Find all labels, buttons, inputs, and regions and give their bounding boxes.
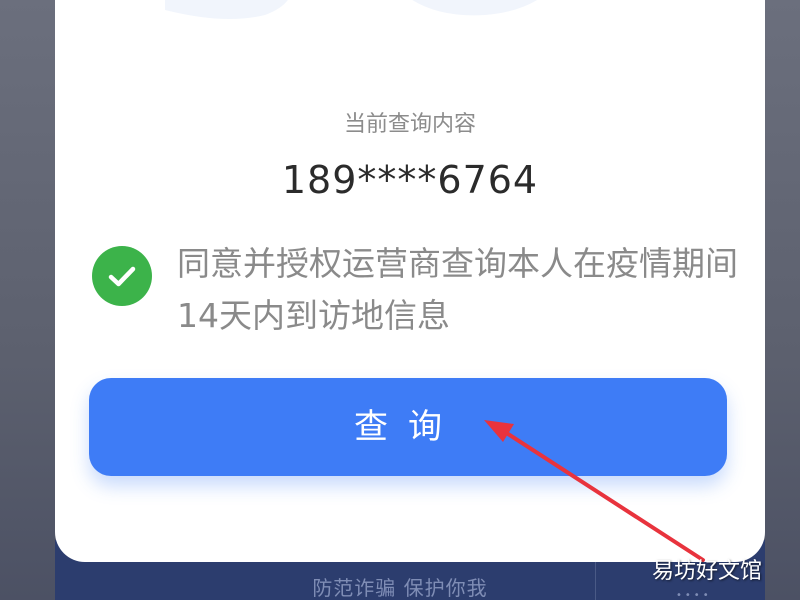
- query-content-label: 当前查询内容: [343, 112, 476, 137]
- query-button[interactable]: 查询: [89, 378, 727, 476]
- footer-dots: ••••: [676, 590, 712, 600]
- watermark-text: 易坊好文馆: [652, 559, 763, 584]
- query-card: 当前查询内容 189****6764 同意并授权运营商查询本人在疫情期间14天内…: [55, 0, 765, 562]
- consent-text[interactable]: 同意并授权运营商查询本人在疫情期间14天内到访地信息: [177, 238, 747, 342]
- checkmark-icon[interactable]: [92, 246, 152, 306]
- card-decoration: [165, 0, 538, 19]
- query-phone-number: 189****6764: [281, 158, 539, 202]
